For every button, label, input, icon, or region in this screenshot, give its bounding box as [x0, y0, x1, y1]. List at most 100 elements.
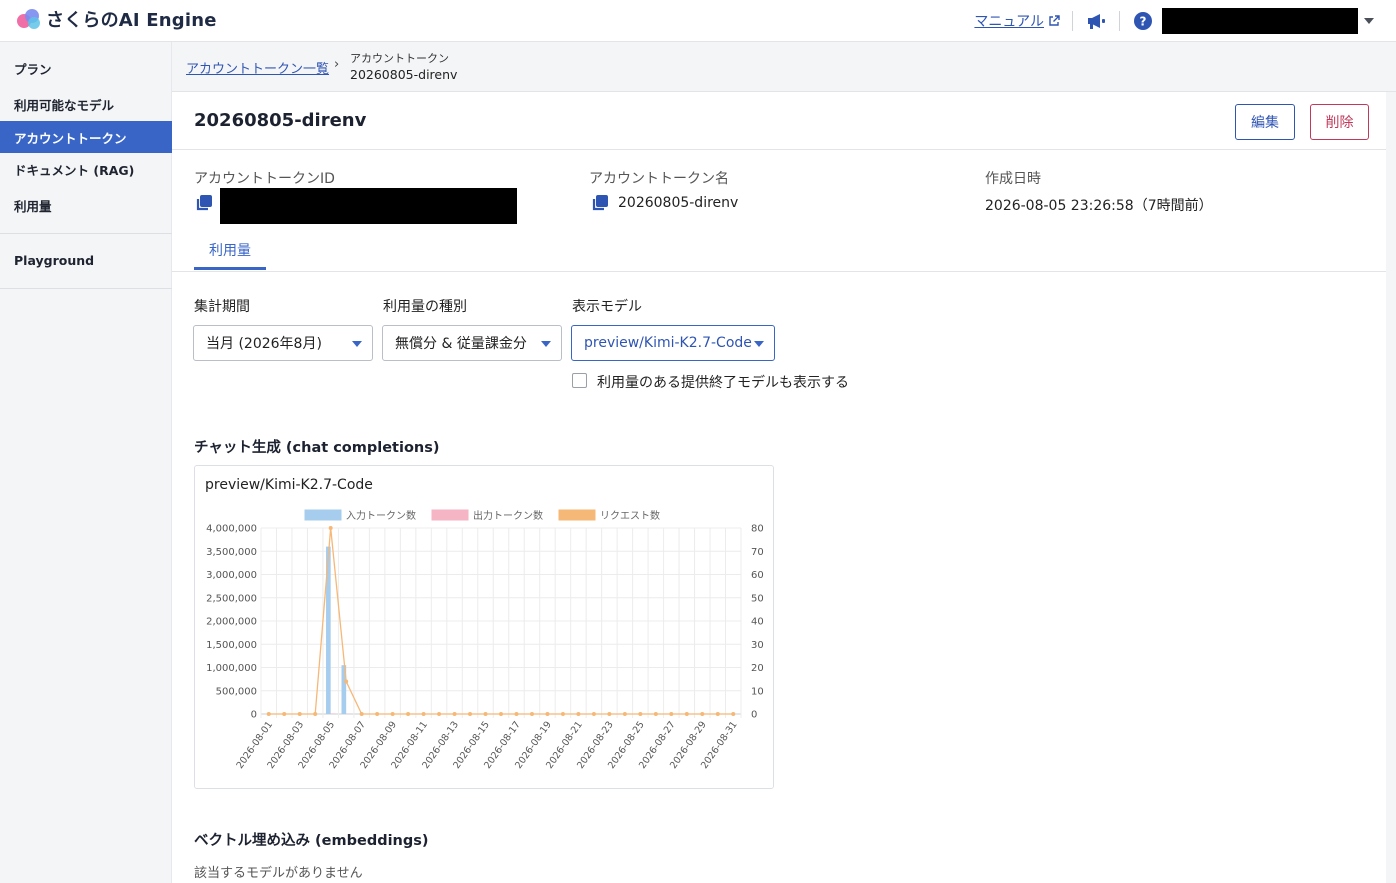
sidebar-item-account-tokens[interactable]: アカウントトークン — [0, 121, 172, 153]
tab-divider — [172, 271, 1396, 272]
sidebar: プラン 利用可能なモデル アカウントトークン ドキュメント (RAG) 利用量 … — [0, 42, 172, 883]
legend-swatch — [558, 509, 596, 521]
announcement-icon[interactable] — [1085, 10, 1107, 32]
point-requests — [390, 712, 395, 716]
created-at-value: 2026-08-05 23:26:58（7時間前） — [985, 198, 1213, 214]
embeddings-section-title: ベクトル埋め込み (embeddings) — [194, 833, 429, 849]
point-requests — [715, 712, 720, 716]
legend-swatch — [431, 509, 469, 521]
point-requests — [375, 712, 380, 716]
sidebar-item-usage[interactable]: 利用量 — [0, 189, 172, 221]
y-right-tick-label: 70 — [751, 547, 764, 558]
point-requests — [282, 712, 287, 716]
created-at-label: 作成日時 — [985, 171, 1041, 187]
sidebar-item-models[interactable]: 利用可能なモデル — [0, 88, 172, 120]
chart-title: preview/Kimi-K2.7-Code — [205, 477, 373, 493]
help-icon[interactable]: ? — [1132, 10, 1154, 32]
top-bar: さくらのAI Engine マニュアル ? — [0, 0, 1396, 42]
tab-usage[interactable]: 利用量 — [194, 232, 266, 270]
edit-button[interactable]: 編集 — [1235, 104, 1295, 140]
point-requests — [514, 712, 519, 716]
topbar-divider — [1119, 11, 1120, 31]
sidebar-item-playground[interactable]: Playground — [0, 244, 172, 276]
point-requests — [731, 712, 736, 716]
point-requests — [359, 712, 364, 716]
y-right-tick-label: 80 — [751, 524, 764, 535]
copy-icon[interactable] — [591, 194, 609, 212]
token-id-label: アカウントトークンID — [194, 171, 335, 187]
token-name-value: 20260805-direnv — [618, 195, 739, 211]
sidebar-item-label: ドキュメント (RAG) — [14, 162, 135, 178]
point-requests — [591, 712, 596, 716]
y-right-tick-label: 10 — [751, 686, 764, 697]
y-left-tick-label: 4,000,000 — [206, 524, 257, 535]
model-select[interactable]: preview/Kimi-K2.7-Code — [571, 325, 775, 361]
y-left-tick-label: 2,500,000 — [206, 593, 257, 604]
token-id-value-redacted — [220, 188, 517, 224]
point-requests — [421, 712, 426, 716]
point-requests — [344, 679, 349, 684]
scrollbar-track[interactable] — [1386, 92, 1396, 883]
app-name: さくらのAI Engine — [46, 10, 217, 31]
copy-icon[interactable] — [195, 194, 213, 212]
point-requests — [297, 712, 302, 716]
point-requests — [560, 712, 565, 716]
manual-link-label: マニュアル — [974, 14, 1044, 30]
legend-label: リクエスト数 — [600, 509, 660, 522]
legend-label: 入力トークン数 — [346, 509, 416, 522]
chat-section-title: チャット生成 (chat completions) — [194, 440, 440, 456]
breadcrumb-parent-link[interactable]: アカウントトークン一覧 — [186, 58, 329, 77]
show-deprecated-label[interactable]: 利用量のある提供終了モデルも表示する — [597, 372, 849, 392]
y-right-tick-label: 50 — [751, 593, 764, 604]
usage-type-select-value: 無償分 & 従量課金分 — [395, 336, 527, 352]
breadcrumb-separator: › — [334, 57, 340, 72]
breadcrumb-current-name: 20260805-direnv — [350, 67, 458, 82]
legend-swatch — [304, 509, 342, 521]
usage-chart: 0 500,000 1,000,000 1,500,000 2,000,000 2,500… — [206, 509, 764, 771]
chevron-down-icon — [352, 341, 362, 347]
y-right-tick-label: 60 — [751, 570, 764, 581]
y-right-tick-label: 0 — [751, 710, 757, 721]
sidebar-item-documents[interactable]: ドキュメント (RAG) — [0, 153, 172, 185]
sidebar-item-label: 利用可能なモデル — [14, 97, 115, 113]
sidebar-item-label: アカウントトークン — [14, 130, 127, 146]
y-left-tick-label: 500,000 — [216, 686, 257, 697]
top-right-controls: マニュアル ? — [974, 8, 1374, 34]
point-requests — [499, 712, 503, 716]
y-left-tick-label: 3,000,000 — [206, 570, 257, 581]
y-left-tick-label: 0 — [251, 710, 257, 721]
point-requests — [576, 712, 581, 716]
sidebar-divider — [0, 288, 172, 289]
period-select[interactable]: 当月 (2026年8月) — [193, 325, 373, 361]
user-account-menu[interactable] — [1162, 8, 1358, 34]
point-requests — [638, 712, 643, 716]
sidebar-item-plan[interactable]: プラン — [0, 52, 172, 84]
sidebar-item-label: 利用量 — [14, 198, 52, 214]
point-requests — [468, 712, 473, 716]
delete-button[interactable]: 削除 — [1310, 104, 1369, 140]
point-requests — [328, 526, 333, 530]
model-select-value: preview/Kimi-K2.7-Code — [584, 335, 752, 351]
point-requests — [700, 712, 705, 716]
svg-text:?: ? — [1140, 15, 1147, 29]
usage-type-select[interactable]: 無償分 & 従量課金分 — [382, 325, 562, 361]
breadcrumb-current-type: アカウントトークン — [350, 52, 449, 65]
legend-label: 出力トークン数 — [473, 509, 543, 522]
sidebar-item-label: Playground — [14, 252, 95, 268]
embeddings-empty-message: 該当するモデルがありません — [194, 866, 363, 881]
show-deprecated-checkbox[interactable] — [572, 373, 587, 388]
y-right-tick-label: 20 — [751, 663, 764, 674]
point-requests — [529, 712, 534, 716]
manual-link[interactable]: マニュアル — [974, 11, 1060, 31]
chevron-down-icon[interactable] — [1364, 18, 1374, 24]
topbar-divider — [1072, 11, 1073, 31]
usage-type-label: 利用量の種別 — [383, 299, 467, 315]
y-left-tick-label: 1,500,000 — [206, 640, 257, 651]
chevron-down-icon — [754, 341, 764, 347]
app-logo[interactable]: さくらのAI Engine — [16, 6, 217, 32]
point-requests — [622, 712, 627, 716]
period-label: 集計期間 — [194, 299, 250, 315]
point-requests — [669, 712, 674, 716]
point-requests — [653, 712, 658, 716]
y-left-tick-label: 1,000,000 — [206, 663, 257, 674]
